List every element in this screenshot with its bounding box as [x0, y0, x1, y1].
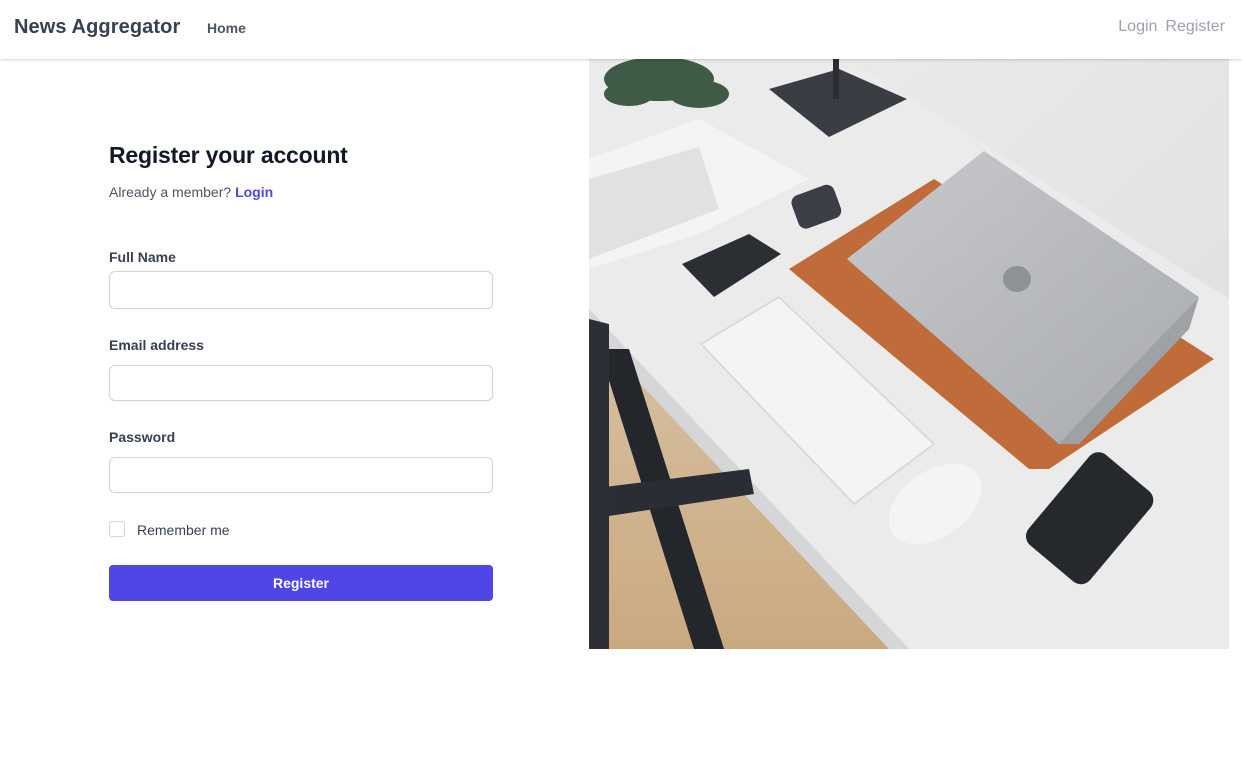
full-name-label: Full Name	[109, 249, 176, 265]
remember-me-label[interactable]: Remember me	[137, 522, 230, 538]
top-navbar: News Aggregator Home Login Register	[0, 0, 1242, 59]
nav-home-link[interactable]: Home	[207, 20, 246, 36]
subtitle-text: Already a member?	[109, 184, 232, 200]
page-title: Register your account	[109, 142, 348, 168]
password-label: Password	[109, 429, 176, 445]
auth-nav: Login Register	[1118, 18, 1225, 36]
email-input[interactable]	[109, 365, 493, 401]
workspace-desk-photo	[589, 59, 1229, 649]
login-link[interactable]: Login	[235, 184, 273, 200]
remember-me-checkbox[interactable]	[109, 521, 125, 537]
nav-register-link[interactable]: Register	[1165, 18, 1225, 36]
nav-login-link[interactable]: Login	[1118, 18, 1157, 36]
desk-photo-illustration	[589, 59, 1229, 649]
register-button[interactable]: Register	[109, 565, 493, 601]
email-label: Email address	[109, 337, 204, 353]
subtitle: Already a member? Login	[109, 184, 493, 200]
password-input[interactable]	[109, 457, 493, 493]
register-form: Register your account Already a member? …	[109, 142, 493, 601]
brand-logo-text[interactable]: News Aggregator	[14, 16, 180, 39]
full-name-input[interactable]	[109, 271, 493, 309]
